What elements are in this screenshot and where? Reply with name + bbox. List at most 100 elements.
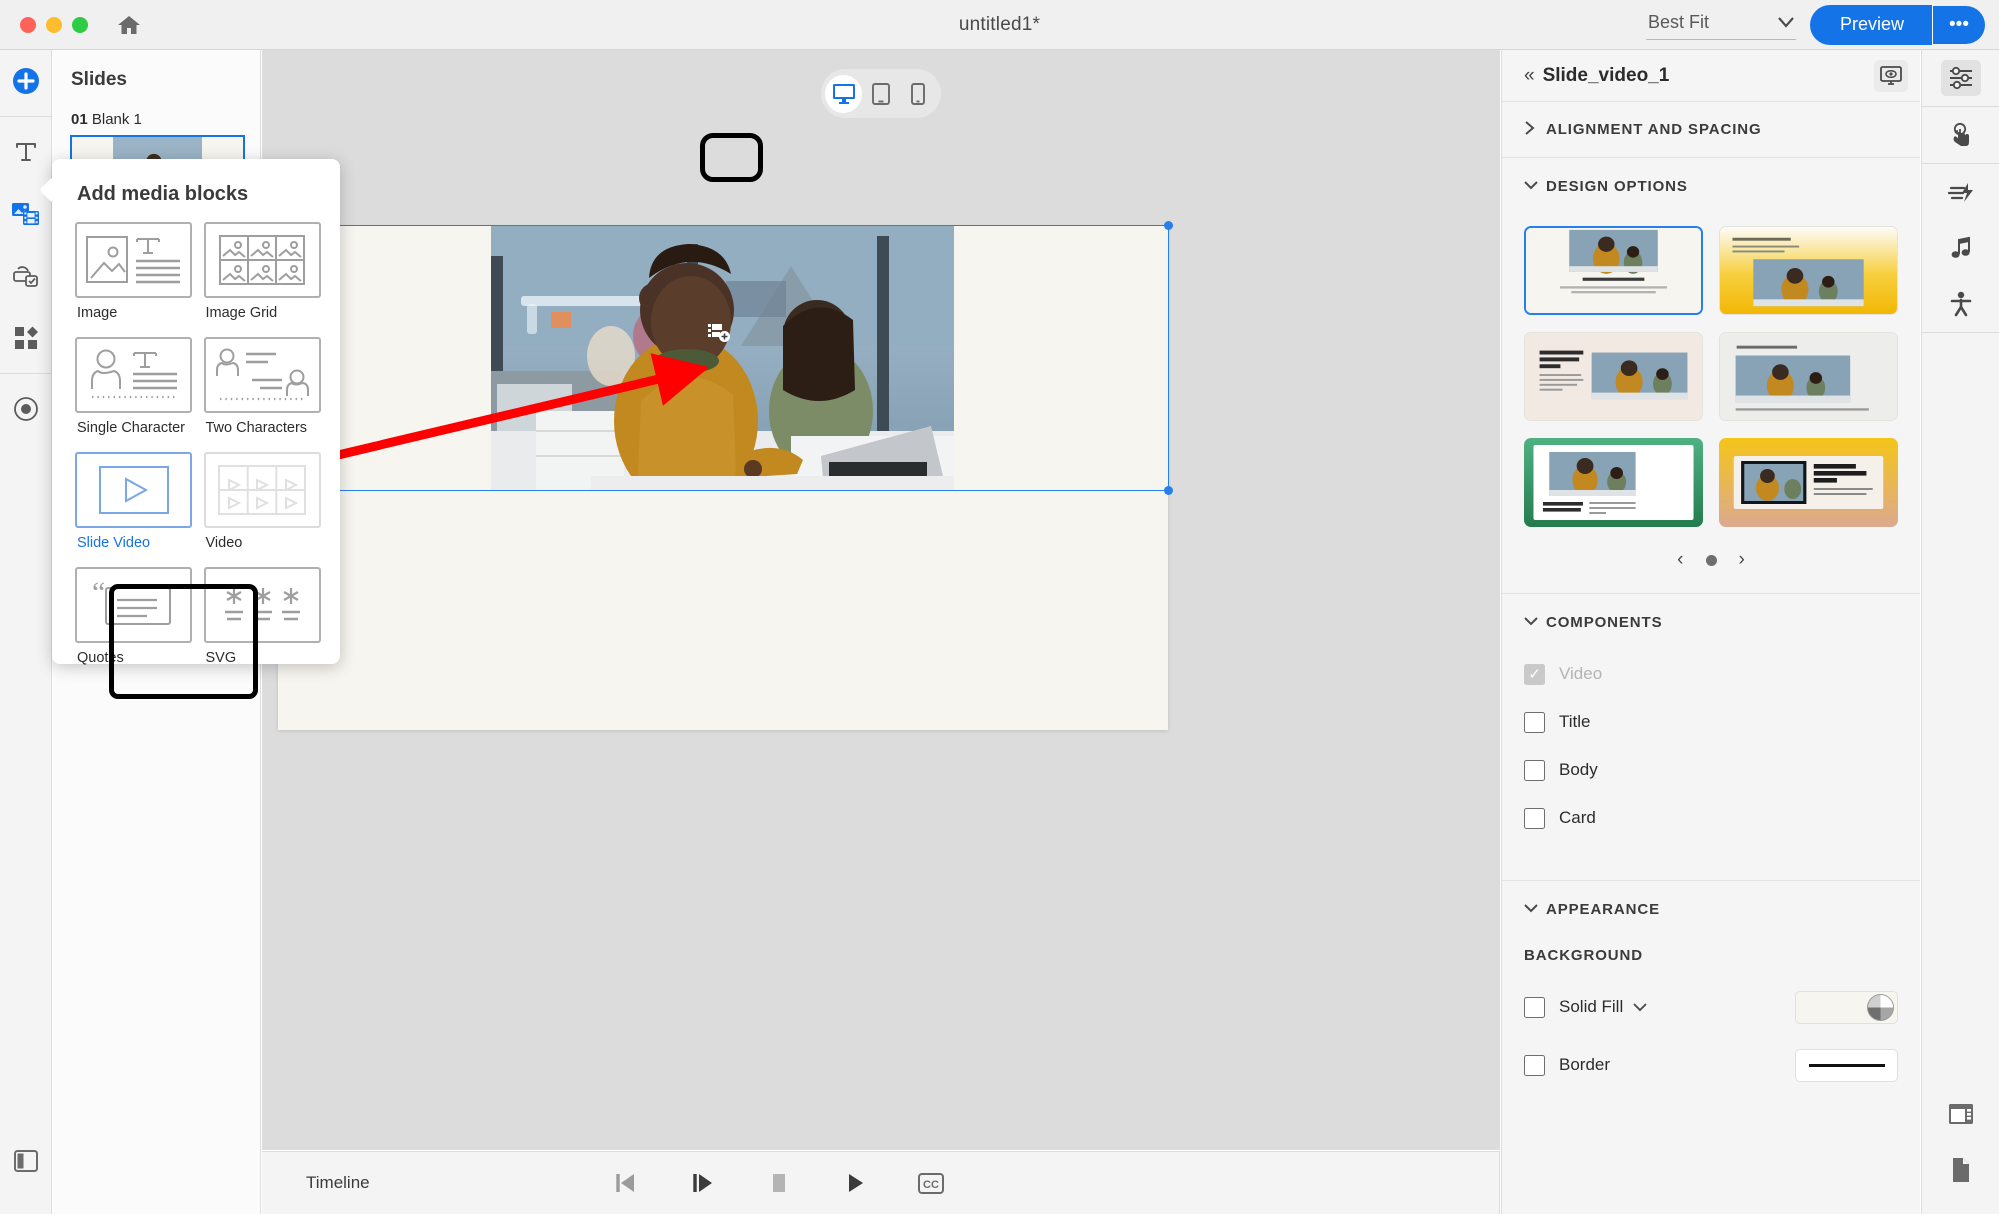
device-tablet-button[interactable] [862, 75, 899, 113]
media-blocks-grid: Image Image Grid Single Character Two Ch… [52, 206, 340, 676]
right-rail-bottom [1922, 1086, 1999, 1198]
text-t-icon [16, 143, 36, 161]
zoom-level-select[interactable]: Best Fit [1646, 9, 1796, 40]
border-style-swatch[interactable] [1795, 1048, 1898, 1082]
monitor-preview-icon [1880, 65, 1902, 85]
audio-panel-button[interactable] [1922, 220, 1999, 276]
section-components[interactable]: COMPONENTS [1502, 594, 1920, 650]
media-block-label-image-grid: Image Grid [205, 305, 278, 321]
media-block-video[interactable]: Video [203, 452, 323, 561]
component-row-card[interactable]: Card [1502, 794, 1920, 842]
step-forward-button[interactable] [688, 1168, 718, 1198]
canvas-area[interactable] [262, 50, 1500, 1150]
checkbox-card[interactable] [1524, 807, 1545, 829]
properties-panel: « Slide_video_1 ALIGNMENT AND SPACING DE… [1501, 50, 1920, 1214]
text-tool[interactable] [0, 121, 52, 183]
slide-canvas[interactable] [278, 226, 1168, 730]
media-block-image-grid[interactable]: Image Grid [203, 222, 323, 331]
left-rail-bottom [0, 1130, 52, 1192]
accessibility-panel-button[interactable] [1922, 276, 1999, 332]
design-option-6[interactable] [1719, 438, 1898, 527]
stop-button[interactable] [764, 1168, 794, 1198]
effects-panel-button[interactable] [1922, 164, 1999, 220]
pager-dot[interactable] [1705, 554, 1717, 566]
title-bar: untitled1* Best Fit Preview ••• [0, 0, 1999, 50]
media-block-slide-video[interactable]: Slide Video [75, 452, 194, 561]
assets-panel-button[interactable] [1922, 1142, 1999, 1198]
timeline-controls: CC [612, 1168, 946, 1198]
application-window: untitled1* Best Fit Preview ••• Slides 0… [0, 0, 1999, 1214]
document-page-icon [1953, 1158, 1969, 1182]
step-back-button[interactable] [612, 1168, 642, 1198]
music-note-icon [1951, 236, 1970, 258]
motion-effects-icon [1948, 183, 1973, 202]
section-appearance[interactable]: APPEARANCE [1502, 881, 1920, 937]
border-line-preview [1808, 1063, 1885, 1067]
chevron-left-icon[interactable]: ‹ [1677, 549, 1683, 571]
media-block-image[interactable]: Image [75, 222, 194, 331]
properties-panel-button[interactable] [1922, 50, 1999, 106]
media-block-two-characters[interactable]: Two Characters [203, 337, 323, 446]
background-subheading: BACKGROUND [1524, 947, 1643, 964]
checkbox-title[interactable] [1524, 711, 1545, 733]
library-panel-button[interactable] [1922, 1086, 1999, 1142]
preview-on-device-button[interactable] [1874, 59, 1908, 92]
slide-video-block[interactable] [491, 226, 954, 491]
chevron-right-icon[interactable]: › [1739, 549, 1745, 571]
checkbox-body[interactable] [1524, 759, 1545, 781]
zoom-level-value: Best Fit [1648, 12, 1710, 32]
slide-name: Blank 1 [91, 111, 142, 128]
device-desktop-button[interactable] [825, 74, 863, 113]
checkbox-solid-fill[interactable] [1524, 996, 1545, 1018]
design-option-1[interactable] [1524, 226, 1703, 315]
design-option-3[interactable] [1524, 332, 1703, 421]
media-block-label-single-character: Single Character [77, 420, 185, 436]
panel-toggle[interactable] [0, 1130, 52, 1192]
interactions-panel-button[interactable] [1922, 107, 1999, 163]
interaction-tool[interactable] [0, 245, 52, 307]
section-alignment-and-spacing[interactable]: ALIGNMENT AND SPACING [1502, 102, 1920, 158]
play-button[interactable] [840, 1168, 870, 1198]
preview-more-options-button[interactable]: ••• [1932, 5, 1985, 44]
media-block-svg[interactable]: SVG [203, 567, 323, 676]
design-options-grid [1502, 214, 1920, 533]
states-tool[interactable] [0, 378, 52, 440]
border-row[interactable]: Border [1502, 1036, 1920, 1094]
sliders-icon [1950, 66, 1972, 90]
component-row-title[interactable]: Title [1502, 698, 1920, 746]
design-option-5[interactable] [1524, 438, 1703, 527]
media-block-label-svg: SVG [205, 650, 237, 666]
device-mobile-button[interactable] [900, 75, 937, 113]
design-options-pager: ‹ › [1502, 533, 1920, 593]
mobile-icon [911, 82, 926, 105]
add-button[interactable] [0, 50, 52, 112]
design-option-2[interactable] [1719, 226, 1898, 315]
checkbox-border[interactable] [1524, 1054, 1545, 1076]
widgets-tool[interactable] [0, 307, 52, 369]
solid-fill-color-swatch[interactable] [1795, 990, 1898, 1024]
desktop-icon [832, 83, 855, 104]
closed-captions-button[interactable]: CC [916, 1168, 946, 1198]
design-option-4[interactable] [1719, 332, 1898, 421]
preview-button-group: Preview ••• [1810, 4, 1985, 45]
image-grid-block-icon [203, 222, 321, 298]
media-block-quotes[interactable]: “ Quotes [75, 567, 194, 676]
svg-text:CC: CC [923, 1179, 939, 1191]
section-design-options-label: DESIGN OPTIONS [1546, 177, 1688, 195]
solid-fill-row[interactable]: Solid Fill [1502, 978, 1920, 1036]
component-row-video: ✓ Video [1502, 650, 1920, 698]
play-icon [849, 1174, 863, 1192]
media-image-video-icon [12, 203, 39, 225]
chevron-down-icon[interactable] [1633, 1000, 1647, 1015]
media-block-single-character[interactable]: Single Character [75, 337, 194, 446]
slide-video-block-icon [75, 452, 192, 528]
double-chevron-left-icon[interactable]: « [1524, 65, 1534, 87]
section-design-options[interactable]: DESIGN OPTIONS [1502, 158, 1920, 214]
solid-fill-label: Solid Fill [1559, 997, 1624, 1016]
titlebar-actions: Best Fit Preview ••• [1646, 4, 1985, 45]
right-rail-divider-3 [1922, 332, 1999, 333]
preview-button[interactable]: Preview [1810, 4, 1933, 45]
component-row-body[interactable]: Body [1502, 746, 1920, 794]
click-hand-icon [1953, 122, 1969, 146]
media-block-label-quotes: Quotes [77, 650, 124, 666]
